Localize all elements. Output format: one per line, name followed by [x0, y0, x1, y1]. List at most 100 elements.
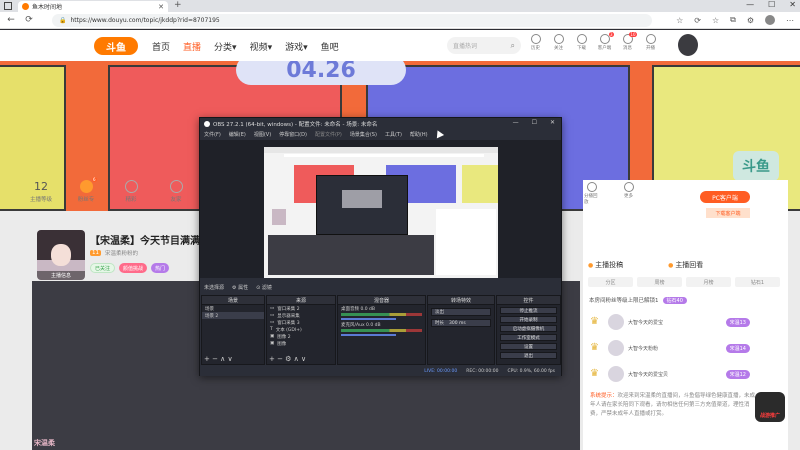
broadcast-button[interactable]: 开播 [643, 34, 658, 51]
scene-item[interactable]: 场景 [202, 305, 264, 312]
refresh-icon[interactable]: ⟳ [24, 15, 34, 25]
nav-games[interactable]: 游戏▾ [285, 40, 308, 53]
settings-button[interactable]: 设置 [500, 343, 557, 350]
studio-mode-button[interactable]: 工作室模式 [500, 334, 557, 341]
menu-scene-collection[interactable]: 场景集合(S) [350, 131, 377, 138]
streamer-name[interactable]: 宋温柔粉粉的 [105, 249, 138, 257]
rank-level: 宋温14 [725, 343, 750, 353]
promo-mascot[interactable]: 战游推广 [755, 392, 785, 422]
douyu-favicon-icon [22, 3, 29, 10]
duration-field[interactable]: 时长 300 ms [431, 319, 491, 327]
source-item[interactable]: ▭ 窗口采集 3 [267, 319, 335, 326]
source-item[interactable]: ▣ 图像 2 [267, 333, 335, 340]
menu-profile[interactable]: 配置文件(P) [315, 131, 342, 138]
volume-slider[interactable] [341, 318, 396, 320]
user-avatar[interactable] [678, 34, 698, 56]
stat-highlight[interactable]: 精彩 [120, 180, 142, 203]
source-item[interactable]: ▣ 图像 [267, 340, 335, 347]
window-menu-icon[interactable] [4, 2, 12, 10]
pc-client-button[interactable]: PC客户端 [700, 191, 750, 203]
settings-icon[interactable]: ⚙ [747, 16, 754, 25]
subtab-diamond[interactable]: 钻石1 [735, 277, 780, 287]
source-item[interactable]: T 文本 (GDI+) [267, 326, 335, 333]
exit-button[interactable]: 退出 [500, 352, 557, 359]
obs-minimize-icon[interactable]: — [513, 119, 519, 126]
nav-yuba[interactable]: 鱼吧 [321, 40, 339, 53]
properties-button[interactable]: ⚙ 属性 [232, 284, 248, 291]
menu-edit[interactable]: 编辑(E) [229, 131, 246, 138]
search-icon[interactable]: ⌕ [511, 41, 515, 51]
menu-view[interactable]: 视图(V) [254, 131, 271, 138]
subtab-week[interactable]: 周榜 [637, 277, 682, 287]
obs-maximize-icon[interactable]: ☐ [532, 119, 537, 126]
download-client-link[interactable]: 下载客户端 [706, 208, 750, 218]
source-label: 文本 (GDI+) [275, 327, 302, 333]
menu-tools[interactable]: 工具(T) [385, 131, 402, 138]
tab-streamer-posts[interactable]: 主播投稿 [588, 260, 623, 270]
obs-close-icon[interactable]: ✕ [550, 119, 555, 126]
more-button[interactable]: 更多 [621, 182, 636, 205]
client-button[interactable]: 3 客户端 [597, 32, 614, 51]
nav-live[interactable]: 直播 [183, 40, 201, 53]
source-item[interactable]: ▭ 显示器采集 [267, 312, 335, 319]
track-name: 麦克风/Aux [341, 323, 365, 328]
stat-friends[interactable]: 友家 [165, 180, 187, 203]
close-tab-icon[interactable]: ✕ [158, 3, 164, 11]
volume-slider[interactable] [341, 334, 396, 336]
maximize-icon[interactable]: ☐ [768, 0, 775, 9]
history-button[interactable]: 历史 [528, 34, 543, 51]
list-item[interactable]: ♛ 大智今天粉粉 宋温14 [590, 337, 750, 359]
stat-level[interactable]: 12 主播等级 [30, 180, 52, 203]
rp-icon-label: 分播回放 [584, 194, 598, 205]
more-icon[interactable]: ⋯ [786, 16, 794, 25]
nav-home[interactable]: 首页 [152, 40, 170, 53]
subtab-month[interactable]: 月榜 [686, 277, 731, 287]
new-tab-button[interactable]: + [174, 0, 182, 10]
virtual-camera-button[interactable]: 启动虚拟摄像机 [500, 325, 557, 332]
replay-button[interactable]: 分播回放 [584, 182, 599, 205]
challenge-pill[interactable]: 颜值挑战 [119, 263, 148, 273]
download-button[interactable]: 下载 [574, 34, 589, 51]
star-icon[interactable]: ☆ [676, 16, 683, 25]
streamer-avatar[interactable]: 主播信息 [37, 230, 85, 280]
scenes-footer[interactable]: + − ∧ ∨ [204, 355, 233, 363]
list-item[interactable]: ♛ 大智今天的爱宝 宋温13 [590, 311, 750, 333]
url-text: https://www.douyu.com/topic/jkddp?rid=87… [70, 16, 220, 24]
message-button[interactable]: 10 消息 [620, 32, 637, 51]
hot-pill[interactable]: 热门 [151, 263, 170, 273]
mixer-track[interactable]: 桌面音频 0.0 dB [338, 305, 425, 321]
reload-icon[interactable]: ⟳ [694, 16, 701, 25]
search-input[interactable]: 直播热词 ⌕ [447, 37, 521, 54]
mixer-track[interactable]: 麦克风/Aux 0.0 dB [338, 321, 425, 337]
nav-category[interactable]: 分类▾ [214, 40, 237, 53]
obs-preview[interactable] [200, 140, 561, 278]
favorites-icon[interactable]: ☆ [712, 16, 719, 25]
browser-tab[interactable]: 鱼木时间地 ✕ [18, 1, 168, 12]
follow-pill[interactable]: 已关注 [90, 263, 116, 273]
back-icon[interactable]: ← [6, 15, 16, 25]
scene-item[interactable]: 场景 2 [202, 312, 264, 319]
subtab-zone[interactable]: 分区 [588, 277, 633, 287]
close-icon[interactable]: ✕ [789, 0, 796, 9]
menu-file[interactable]: 文件(F) [204, 131, 221, 138]
nav-video[interactable]: 视频▾ [250, 40, 273, 53]
start-recording-button[interactable]: 开始录制 [500, 316, 557, 323]
obs-window[interactable]: OBS 27.2.1 (64-bit, windows) - 配置文件: 未命名… [199, 117, 562, 376]
minimize-icon[interactable]: — [746, 0, 754, 9]
menu-docks[interactable]: 停靠窗口(D) [279, 131, 307, 138]
stop-streaming-button[interactable]: 停止推流 [500, 307, 557, 314]
url-field[interactable]: 🔒 https://www.douyu.com/topic/jkddp?rid=… [52, 13, 652, 27]
douyu-logo[interactable]: 斗鱼 [94, 37, 138, 55]
collections-icon[interactable]: ⧉ [730, 15, 736, 25]
stat-fans[interactable]: 6 粉丝专 [75, 177, 97, 203]
list-item[interactable]: ♛ 大智今天的爱宝贝 宋温12 [590, 363, 750, 385]
source-item[interactable]: ▭ 窗口采集 2 [267, 305, 335, 312]
filters-button[interactable]: ⊙ 滤镜 [256, 284, 272, 291]
sources-footer[interactable]: + − ⚙ ∧ ∨ [269, 355, 306, 363]
menu-help[interactable]: 帮助(H) [410, 131, 428, 138]
follow-button[interactable]: 关注 [551, 34, 566, 51]
rank-info: 本房间粉丝等级上限已解锁1 钻石40 [589, 296, 687, 304]
tab-streamer-replay[interactable]: 主播回看 [668, 260, 703, 270]
transition-select[interactable]: 淡出 [431, 308, 491, 316]
profile-avatar[interactable] [765, 15, 775, 25]
